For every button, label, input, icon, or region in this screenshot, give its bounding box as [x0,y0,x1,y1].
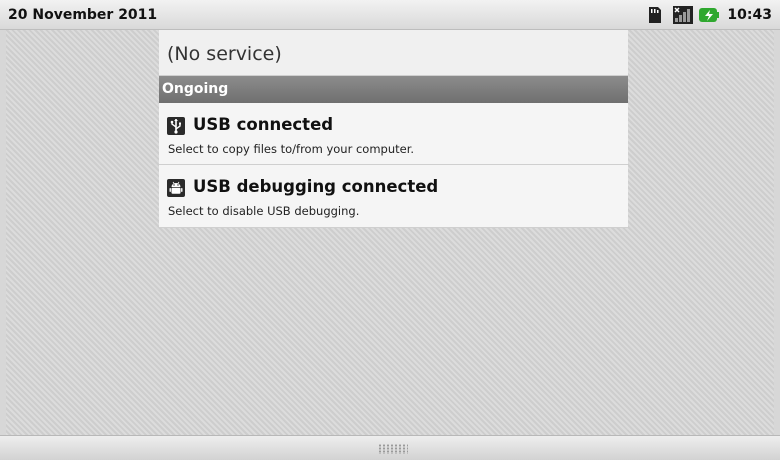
usb-icon [167,117,185,135]
battery-charging-icon [699,6,720,24]
status-date: 20 November 2011 [8,7,158,23]
notification-panel: (No service) Ongoing USB connected Selec… [159,30,628,228]
drag-handle-grip[interactable] [378,444,408,454]
signal-no-service-icon [673,6,694,24]
android-debug-icon [167,179,185,197]
sd-card-icon [647,6,667,24]
panel-drag-handle-bar[interactable] [0,435,780,460]
status-bar: 20 November 2011 10:43 [0,0,780,30]
status-icons: 10:43 [647,5,772,25]
notification-title: USB debugging connected [193,177,439,196]
notification-usb-debugging[interactable]: USB debugging connected Select to disabl… [159,165,628,228]
notification-text: Select to disable USB debugging. [168,204,360,218]
carrier-label: (No service) [159,30,628,76]
notification-text: Select to copy files to/from your comput… [168,142,415,156]
section-header-ongoing: Ongoing [159,76,628,103]
notification-title: USB connected [193,115,334,134]
notification-usb-connected[interactable]: USB connected Select to copy files to/fr… [159,103,628,165]
status-time: 10:43 [727,7,772,23]
